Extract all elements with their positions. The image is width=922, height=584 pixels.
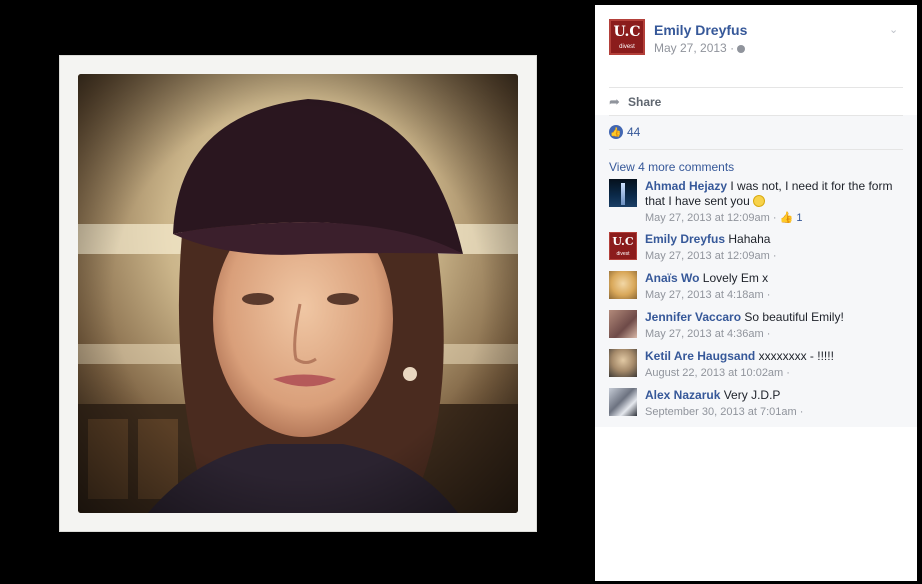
smile-emoji-icon bbox=[753, 195, 766, 207]
divider bbox=[609, 115, 903, 116]
post-photo[interactable] bbox=[78, 74, 518, 513]
like-icon: 👍 bbox=[609, 125, 623, 139]
comment-like-count[interactable]: 1 bbox=[796, 212, 802, 224]
comment-timestamp[interactable]: May 27, 2013 at 12:09am bbox=[645, 250, 770, 262]
commenter-name[interactable]: Emily Dreyfus bbox=[645, 232, 725, 246]
comment-meta: August 22, 2013 at 10:02am · bbox=[645, 367, 790, 379]
avatar-logo-subtext: divest bbox=[619, 44, 635, 50]
comment-timestamp[interactable]: September 30, 2013 at 7:01am bbox=[645, 406, 797, 418]
post-date-text[interactable]: May 27, 2013 bbox=[654, 41, 727, 55]
photo-stage bbox=[0, 0, 595, 584]
commenter-name[interactable]: Alex Nazaruk bbox=[645, 388, 720, 402]
commenter-name[interactable]: Jennifer Vaccaro bbox=[645, 310, 741, 324]
commenter-name[interactable]: Ahmad Hejazy bbox=[645, 179, 727, 193]
comment-timestamp[interactable]: May 27, 2013 at 4:36am bbox=[645, 328, 764, 340]
comment-text: Lovely Em x bbox=[702, 271, 769, 285]
avatar[interactable]: U.C divest bbox=[609, 232, 637, 260]
author-name[interactable]: Emily Dreyfus bbox=[654, 22, 747, 38]
comment-meta: May 27, 2013 at 12:09am · 👍 1 bbox=[645, 212, 803, 224]
thumbs-up-icon: 👍 bbox=[779, 212, 794, 224]
avatar-logo-text: U.C bbox=[613, 24, 641, 40]
comment-body: Emily Dreyfus Hahaha May 27, 2013 at 12:… bbox=[645, 232, 903, 264]
comment-text: So beautiful Emily! bbox=[744, 310, 844, 324]
polaroid-frame bbox=[59, 55, 537, 532]
comment-text: Hahaha bbox=[728, 232, 771, 246]
chevron-down-icon[interactable]: ⌄ bbox=[889, 25, 901, 36]
commenter-name[interactable]: Ketil Are Haugsand bbox=[645, 349, 755, 363]
avatar[interactable] bbox=[609, 310, 637, 338]
globe-icon bbox=[737, 44, 746, 53]
comment-text: xxxxxxxx - !!!!! bbox=[758, 349, 834, 363]
comment-timestamp[interactable]: May 27, 2013 at 12:09am bbox=[645, 212, 770, 224]
divider bbox=[609, 149, 903, 150]
share-label: Share bbox=[628, 95, 662, 109]
comment-body: Ahmad Hejazy I was not, I need it for th… bbox=[645, 179, 903, 226]
avatar-logo-subtext: divest bbox=[616, 251, 630, 257]
comment-timestamp[interactable]: May 27, 2013 at 4:18am bbox=[645, 289, 764, 301]
comment-text: Very J.D.P bbox=[723, 388, 781, 402]
comment-meta: September 30, 2013 at 7:01am · bbox=[645, 406, 804, 418]
comment-meta: May 27, 2013 at 4:36am · bbox=[645, 328, 771, 340]
comment-meta: May 27, 2013 at 4:18am · bbox=[645, 289, 771, 301]
share-icon: ➦ bbox=[609, 94, 620, 109]
avatar[interactable] bbox=[609, 388, 637, 416]
comment-meta: May 27, 2013 at 12:09am · bbox=[645, 250, 777, 262]
avatar[interactable] bbox=[609, 349, 637, 377]
avatar-logo-text: U.C bbox=[612, 235, 634, 248]
comment-body: Jennifer Vaccaro So beautiful Emily! May… bbox=[645, 310, 903, 342]
comment-body: Ketil Are Haugsand xxxxxxxx - !!!!! Augu… bbox=[645, 349, 903, 381]
avatar[interactable] bbox=[609, 271, 637, 299]
view-more-comments-link[interactable]: View 4 more comments bbox=[609, 160, 734, 174]
reactions-summary[interactable]: 👍 44 bbox=[609, 125, 640, 139]
page-avatar[interactable]: U.C divest bbox=[609, 19, 645, 55]
like-count: 44 bbox=[627, 125, 641, 139]
comment-body: Alex Nazaruk Very J.D.P September 30, 20… bbox=[645, 388, 903, 420]
post-header: U.C divest Emily Dreyfus May 27, 2013 · … bbox=[609, 19, 903, 59]
post-date: May 27, 2013 · bbox=[654, 41, 746, 55]
post-panel: U.C divest Emily Dreyfus May 27, 2013 · … bbox=[595, 5, 917, 581]
comment-body: Anaïs Wo Lovely Em x May 27, 2013 at 4:1… bbox=[645, 271, 903, 303]
comment-timestamp[interactable]: August 22, 2013 at 10:02am bbox=[645, 367, 783, 379]
commenter-name[interactable]: Anaïs Wo bbox=[645, 271, 699, 285]
share-button[interactable]: ➦ Share bbox=[609, 95, 661, 109]
divider bbox=[609, 87, 903, 88]
avatar[interactable] bbox=[609, 179, 637, 207]
